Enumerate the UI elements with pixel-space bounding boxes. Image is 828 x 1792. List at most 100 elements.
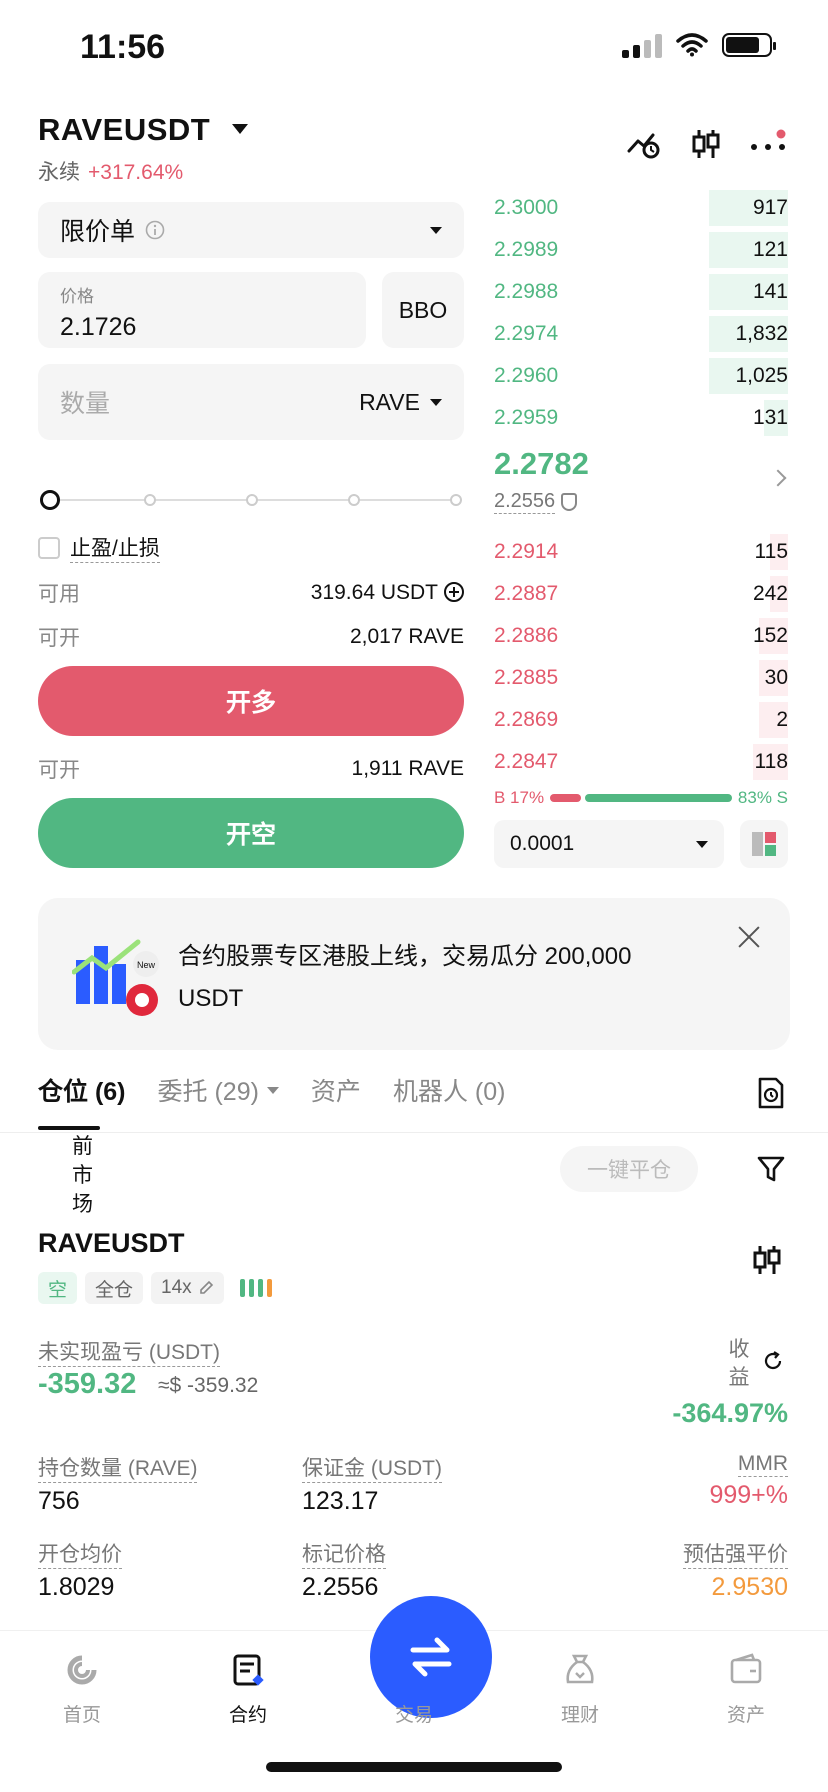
return-value: -364.97% — [672, 1398, 788, 1428]
bid-row[interactable]: 2.2914 115 — [494, 534, 788, 570]
slider-handle[interactable] — [40, 490, 60, 510]
bid-row[interactable]: 2.2887 242 — [494, 576, 788, 612]
quantity-unit: RAVE — [359, 388, 420, 415]
open-short-value: 1,911 RAVE — [351, 757, 464, 780]
bid-price: 2.2914 — [494, 540, 559, 563]
open-long-row: 可开 2,017 RAVE — [38, 622, 464, 652]
ask-row[interactable]: 2.2974 1,832 — [494, 316, 788, 352]
banner-text[interactable]: 合约股票专区港股上线，交易瓜分 200,000 USDT — [178, 936, 698, 1020]
info-icon[interactable] — [145, 220, 165, 240]
quantity-input[interactable]: 数量 RAVE — [38, 364, 464, 440]
nav-assets-label: 资产 — [726, 1705, 765, 1726]
ask-row[interactable]: 2.2989 121 — [494, 232, 788, 268]
ask-qty: 121 — [752, 238, 788, 261]
ratio-track — [550, 794, 732, 802]
history-icon[interactable] — [756, 1076, 786, 1115]
nav-trade[interactable]: 交易 — [364, 1700, 464, 1727]
close-all-button[interactable]: 一键平仓 — [560, 1146, 698, 1192]
nav-assets[interactable]: 资产 — [696, 1652, 796, 1727]
current-market-filter[interactable]: 前市场 — [72, 1132, 94, 1219]
precision-value: 0.0001 — [510, 832, 575, 855]
ask-qty: 1,832 — [735, 322, 788, 345]
liq-cell: 预估强平价 2.9530 — [683, 1538, 788, 1602]
nav-futures-label: 合约 — [228, 1705, 267, 1726]
filter-icon[interactable] — [756, 1154, 786, 1189]
bid-price: 2.2847 — [494, 750, 559, 773]
bid-row[interactable]: 2.2847 118 — [494, 744, 788, 780]
order-type-select[interactable]: 限价单 — [38, 202, 464, 258]
edit-icon — [199, 1280, 213, 1294]
bbo-button[interactable]: BBO — [382, 272, 464, 348]
mark-label: 标记价格 — [302, 1538, 386, 1569]
bid-qty: 152 — [752, 624, 788, 647]
nav-futures[interactable]: 合约 — [198, 1652, 298, 1727]
bid-row[interactable]: 2.2886 152 — [494, 618, 788, 654]
battery-icon — [722, 33, 776, 57]
margin-mode-badge: 全仓 — [85, 1272, 144, 1304]
chevron-down-icon — [430, 398, 442, 406]
position-tabs: 仓位 (6) 委托 (29) 资产 机器人 (0) — [38, 1072, 505, 1108]
ask-row[interactable]: 2.2988 141 — [494, 274, 788, 310]
tab-orders[interactable]: 委托 (29) — [158, 1072, 279, 1108]
tab-bots[interactable]: 机器人 (0) — [393, 1072, 506, 1108]
tpsl-label: 止盈/止损 — [70, 532, 160, 563]
ask-row[interactable]: 2.3000 917 — [494, 190, 788, 226]
buy-ratio: B 17% — [494, 788, 545, 807]
bid-qty: 118 — [754, 750, 788, 773]
ask-qty: 141 — [752, 280, 788, 303]
chevron-right-icon[interactable] — [769, 469, 787, 487]
unrealized-pnl-label: 未实现盈亏 (USDT) — [38, 1336, 220, 1367]
tab-positions[interactable]: 仓位 (6) — [38, 1072, 126, 1108]
tpsl-checkbox[interactable]: 止盈/止损 — [38, 532, 160, 563]
bid-price: 2.2886 — [494, 624, 559, 647]
open-short-button[interactable]: 开空 — [38, 798, 464, 868]
ask-price: 2.2988 — [494, 280, 559, 303]
nav-earn[interactable]: 理财 — [530, 1652, 630, 1727]
ask-row[interactable]: 2.2960 1,025 — [494, 358, 788, 394]
available-row: 可用 319.64 USDT — [38, 578, 464, 608]
tab-underline — [38, 1126, 100, 1130]
quantity-unit-select[interactable]: RAVE — [359, 389, 442, 416]
home-icon — [64, 1652, 100, 1688]
bid-qty: 242 — [752, 582, 788, 605]
ask-row[interactable]: 2.2959 131 — [494, 400, 788, 436]
bid-qty: 30 — [764, 666, 788, 689]
entry-cell: 开仓均价 1.8029 — [38, 1538, 122, 1602]
leverage-badge[interactable]: 14x — [151, 1272, 224, 1304]
bid-row[interactable]: 2.2869 2 — [494, 702, 788, 738]
open-short-row: 可开 1,911 RAVE — [38, 754, 464, 784]
orderbook-layout-icon[interactable] — [740, 820, 788, 868]
bid-price: 2.2869 — [494, 708, 559, 731]
symbol-title[interactable]: RAVEUSDT — [38, 112, 210, 148]
entry-label: 开仓均价 — [38, 1538, 122, 1569]
price-input[interactable]: 价格 2.1726 — [38, 272, 366, 348]
nav-trade-label: 交易 — [394, 1705, 433, 1726]
open-long-button[interactable]: 开多 — [38, 666, 464, 736]
nav-home[interactable]: 首页 — [32, 1652, 132, 1727]
candlestick-chart-icon[interactable] — [686, 124, 726, 164]
add-funds-icon[interactable] — [444, 582, 464, 602]
unrealized-pnl-approx: ≈$ -359.32 — [158, 1374, 259, 1397]
precision-select[interactable]: 0.0001 — [494, 820, 724, 868]
risk-level-icon — [239, 1279, 272, 1297]
side-badge: 空 — [38, 1272, 78, 1304]
price-alert-icon[interactable] — [624, 124, 664, 164]
tab-assets[interactable]: 资产 — [311, 1072, 361, 1108]
leverage-value: 14x — [161, 1277, 192, 1298]
close-icon[interactable] — [736, 924, 762, 950]
refresh-icon[interactable] — [762, 1350, 784, 1377]
position-symbol[interactable]: RAVEUSDT — [38, 1228, 185, 1259]
status-time: 11:56 — [80, 28, 166, 66]
price-value[interactable]: 2.1726 — [60, 313, 344, 342]
more-icon[interactable] — [748, 124, 788, 164]
candlestick-chart-icon[interactable] — [752, 1244, 782, 1281]
wallet-icon — [728, 1652, 764, 1688]
available-value: 319.64 USDT — [310, 581, 438, 604]
bid-row[interactable]: 2.2885 30 — [494, 660, 788, 696]
checkbox[interactable] — [38, 536, 60, 559]
mark-cell: 标记价格 2.2556 — [302, 1538, 386, 1602]
margin-cell: 保证金 (USDT) 123.17 — [302, 1452, 442, 1516]
quantity-slider[interactable] — [40, 490, 464, 510]
symbol-dropdown-icon[interactable] — [232, 124, 248, 134]
tab-orders-label: 委托 (29) — [157, 1078, 259, 1106]
